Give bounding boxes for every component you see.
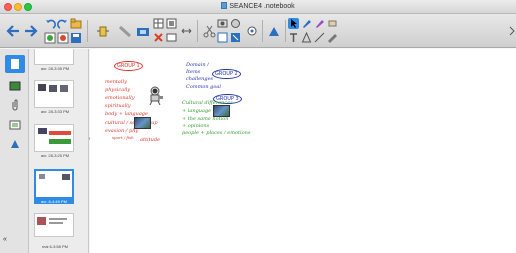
- thumbnail-text: [49, 218, 67, 220]
- shape-icon[interactable]: [301, 32, 312, 43]
- smart-ink-icon[interactable]: [267, 25, 281, 38]
- tab-page-sorter[interactable]: [5, 55, 25, 73]
- thumbnail-image: [38, 128, 47, 134]
- tab-gallery[interactable]: [5, 77, 25, 95]
- paperclip-icon: [12, 99, 18, 111]
- display-icon[interactable]: [217, 32, 228, 43]
- note-mentally[interactable]: mentally: [105, 80, 127, 85]
- cut-icon[interactable]: [203, 25, 216, 38]
- whiteboard-canvas[interactable]: GROUP 1 mentally physically emotionally …: [90, 49, 516, 253]
- page-thumbnail-1[interactable]: [34, 49, 74, 65]
- note-attitude[interactable]: attitude: [140, 138, 160, 143]
- group-1-label[interactable]: GROUP 1: [114, 61, 143, 71]
- open-icon[interactable]: [70, 18, 82, 29]
- note-language[interactable]: + language: [182, 109, 211, 114]
- spotlight-icon[interactable]: [118, 25, 132, 38]
- note-sport[interactable]: sport / fish: [112, 136, 134, 140]
- main-toolbar: [0, 14, 516, 48]
- group-2-label[interactable]: GROUP 2: [212, 69, 241, 79]
- note-people-places[interactable]: people + places / emotions: [182, 131, 250, 136]
- note-evasion[interactable]: evasion / phy: [105, 129, 138, 134]
- thumbnail-image: [49, 85, 57, 92]
- note-emotionally[interactable]: emotionally: [105, 96, 135, 101]
- overflow-tools-icon[interactable]: [508, 25, 516, 38]
- toolbar-separator: [262, 20, 263, 42]
- delete-icon[interactable]: [153, 32, 164, 43]
- back-icon[interactable]: [6, 25, 20, 37]
- note-spiritually[interactable]: spiritually: [105, 104, 131, 109]
- tab-properties[interactable]: [5, 116, 25, 134]
- note-items[interactable]: Items: [186, 70, 200, 75]
- add-ons-icon: [11, 140, 19, 148]
- earth-photo[interactable]: [134, 117, 151, 129]
- astronaut-image[interactable]: [146, 85, 166, 105]
- thumbnail-image: [39, 174, 45, 179]
- properties-icon[interactable]: [246, 25, 258, 37]
- thumbnail-ink: [49, 139, 71, 144]
- page-thumbnail-3[interactable]: [34, 124, 74, 152]
- note-challenges[interactable]: challenges: [186, 77, 213, 82]
- properties-tab-icon: [9, 120, 21, 130]
- page-thumbnail-label: avr. 28-3:35 PM: [40, 66, 70, 71]
- pen-icon[interactable]: [301, 18, 312, 29]
- page-thumbnail-label: avr. 28-3:25 PM: [40, 153, 70, 158]
- page-thumbnail-5[interactable]: [34, 213, 74, 237]
- eraser-icon[interactable]: [327, 18, 338, 29]
- thumbnail-image: [37, 217, 46, 225]
- collapse-panel-button[interactable]: «: [3, 236, 7, 243]
- undo-icon[interactable]: [44, 19, 56, 30]
- full-screen-icon[interactable]: [166, 32, 177, 43]
- page-sorter-panel: avr. 28-3:35 PM avr. 28-3:33 PM avr. 28-…: [29, 49, 89, 253]
- dual-page-icon[interactable]: [180, 25, 193, 37]
- thumbnail-text: [49, 222, 63, 224]
- note-physically[interactable]: physically: [105, 88, 130, 93]
- creative-pen-icon[interactable]: [314, 18, 325, 29]
- response-icon[interactable]: [230, 32, 241, 43]
- thumbnail-ink: [49, 131, 71, 135]
- note-cultural-differences[interactable]: Cultural differences: [182, 101, 233, 106]
- capture-icon[interactable]: [217, 18, 228, 29]
- smart-notebook-window: SEANCE4 .notebook avr. 28-3:35 PM avr. 2…: [0, 0, 516, 253]
- title-bar: SEANCE4 .notebook: [0, 0, 516, 14]
- magic-pen-icon[interactable]: [327, 32, 338, 43]
- text-icon[interactable]: [288, 32, 299, 43]
- insert-image-icon[interactable]: [166, 18, 177, 29]
- add-page-icon[interactable]: [44, 32, 56, 44]
- save-icon[interactable]: [70, 32, 82, 44]
- page-thumbnail-label: avr. 6-4:49 PM: [34, 199, 74, 204]
- thumbnail-image: [38, 84, 46, 91]
- page-thumbnail-label: mai 6-3:58 PM: [41, 244, 68, 249]
- note-domain[interactable]: Domain /: [186, 63, 209, 68]
- thumbnail-image: [60, 85, 68, 92]
- delete-page-icon[interactable]: [57, 32, 69, 44]
- toolbar-separator: [197, 20, 198, 42]
- forward-icon[interactable]: [24, 25, 38, 37]
- toolbar-separator: [87, 20, 88, 42]
- tab-add-ons[interactable]: [5, 135, 25, 153]
- window-title: SEANCE4 .notebook: [0, 2, 516, 10]
- page-thumbnail-4[interactable]: [34, 169, 74, 199]
- side-tab-bar: [0, 49, 29, 253]
- thumbnail-image: [62, 174, 70, 180]
- redo-icon[interactable]: [57, 19, 69, 30]
- notebook-file-icon: [221, 2, 228, 9]
- page-sorter-icon: [11, 59, 19, 69]
- toolbar-separator: [285, 20, 286, 42]
- note-opinions[interactable]: + opinions: [182, 124, 209, 129]
- select-icon[interactable]: [288, 18, 299, 29]
- gallery-icon: [9, 81, 21, 91]
- table-icon[interactable]: [153, 18, 164, 29]
- screen-shade-icon[interactable]: [96, 25, 110, 38]
- record-icon[interactable]: [230, 18, 241, 29]
- tab-attachments[interactable]: [5, 96, 25, 114]
- page-thumbnail-2[interactable]: [34, 80, 74, 108]
- note-same-notion[interactable]: + the same notion: [182, 117, 228, 122]
- document-camera-icon[interactable]: [136, 25, 150, 38]
- note-common-goal[interactable]: Common goal: [186, 85, 221, 90]
- page-thumbnail-label: avr. 28-3:33 PM: [40, 109, 70, 114]
- line-icon[interactable]: [314, 32, 325, 43]
